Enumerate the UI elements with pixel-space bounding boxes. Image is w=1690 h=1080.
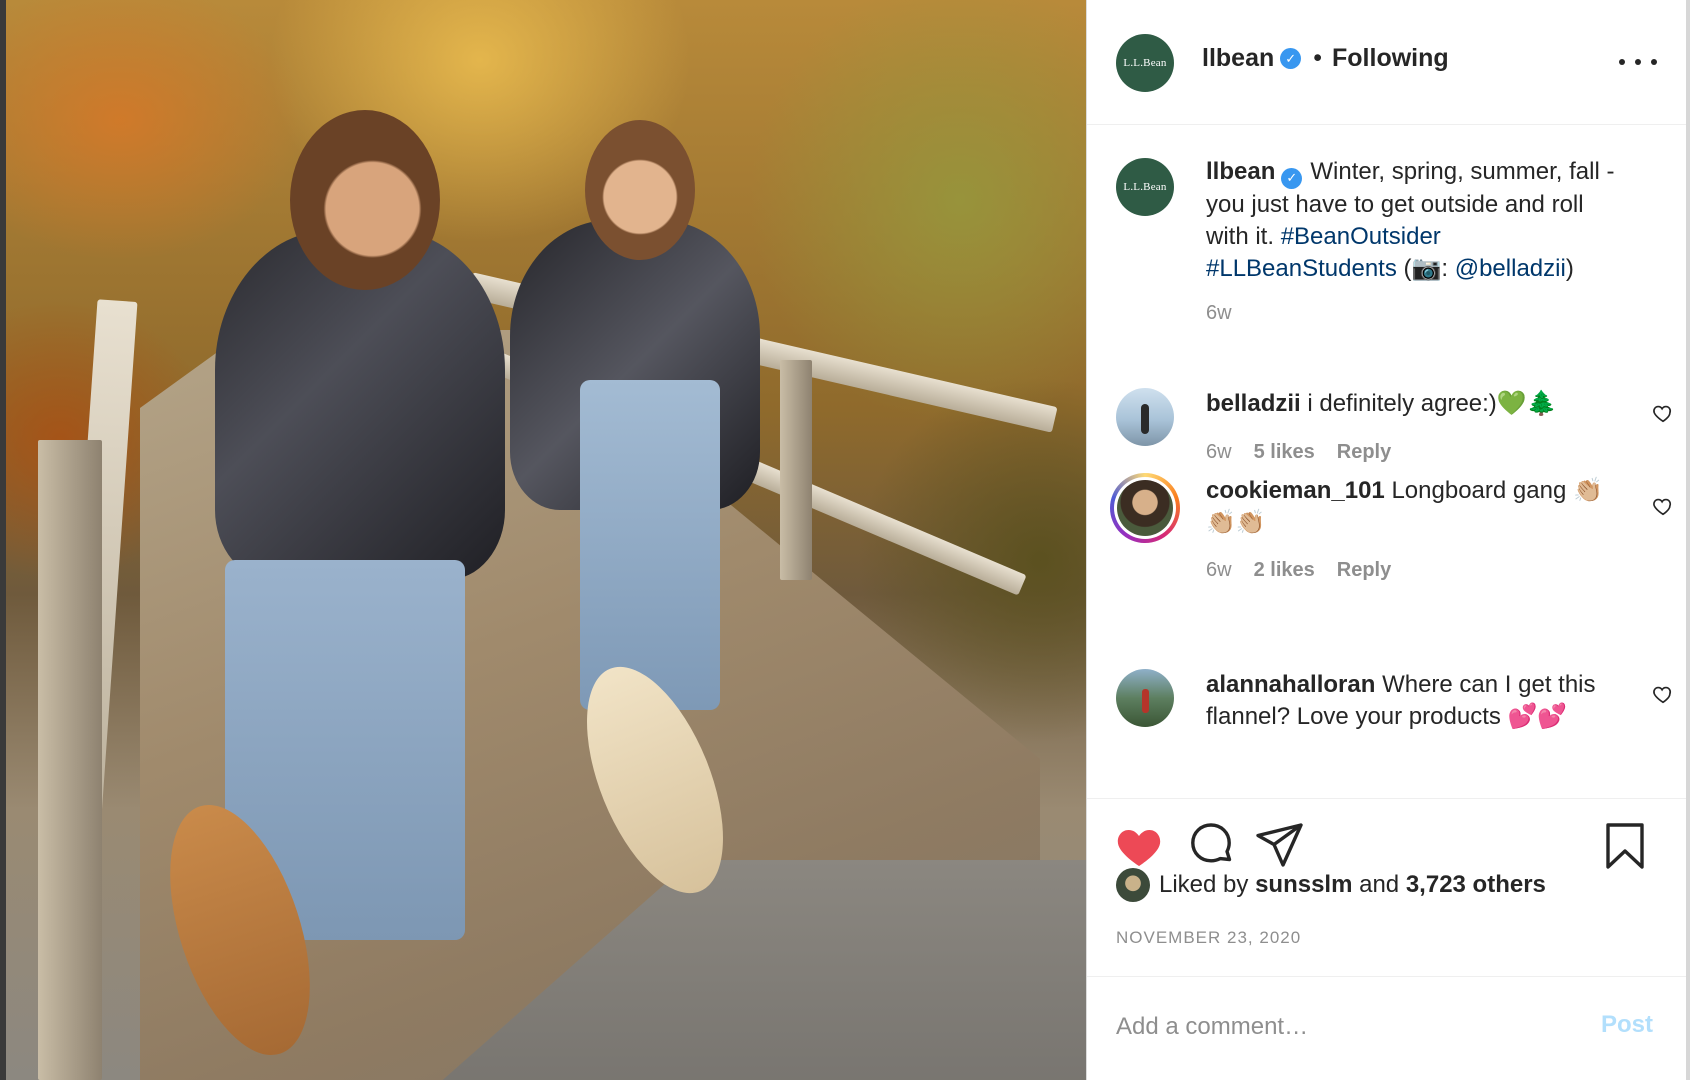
reply-button[interactable]: Reply (1337, 559, 1391, 582)
post-details-panel: L.L.Bean llbean ✓ • Following L.L.Bean l… (1086, 0, 1690, 1080)
caption-avatar-logo: L.L.Bean (1123, 181, 1167, 193)
following-button[interactable]: Following (1332, 44, 1449, 73)
photo-post (38, 440, 102, 1080)
avatar-image (1117, 480, 1173, 536)
window-edge (1686, 0, 1690, 1080)
comment-time[interactable]: 6w (1206, 559, 1232, 582)
comment-username[interactable]: cookieman_101 (1206, 477, 1385, 504)
likes-count-link[interactable]: 3,723 others (1406, 871, 1546, 899)
comment-text: belladzii i definitely agree:)💚🌲 (1206, 388, 1616, 420)
comment-meta: 6w 5 likes Reply (1206, 441, 1391, 464)
comment-avatar-story-ring[interactable] (1110, 473, 1180, 543)
verified-badge-icon: ✓ (1281, 167, 1303, 189)
comment-bubble-icon[interactable] (1187, 821, 1235, 869)
liked-by-line: Liked by sunsslm and 3,723 others (1116, 868, 1546, 902)
photo-credit-close: ) (1565, 254, 1574, 282)
author-line: llbean ✓ • Following (1202, 44, 1449, 73)
liked-by-joiner: and (1359, 871, 1400, 898)
photo-person-right-head (585, 120, 695, 260)
caption-time[interactable]: 6w (1206, 302, 1232, 325)
comment-like-heart-icon[interactable] (1652, 402, 1674, 424)
comment-username[interactable]: alannahalloran (1206, 671, 1375, 698)
comment-likes[interactable]: 5 likes (1254, 441, 1315, 464)
add-comment-bar: Post (1087, 976, 1687, 1080)
comment-text: cookieman_101 Longboard gang 👏🏼👏🏼👏🏼 (1206, 475, 1616, 539)
comment-like-heart-icon[interactable] (1652, 495, 1674, 517)
liker-username[interactable]: sunsslm (1255, 871, 1352, 899)
photo-post (780, 360, 812, 580)
comments-list[interactable]: L.L.Bean llbean ✓ Winter, spring, summer, … (1087, 126, 1687, 798)
photo-credit-open: (📷: (1403, 254, 1455, 282)
photo-frame-edge (0, 0, 6, 1080)
post-header: L.L.Bean llbean ✓ • Following (1087, 0, 1687, 125)
comment-avatar[interactable] (1116, 669, 1174, 727)
post-comment-button[interactable]: Post (1601, 1011, 1653, 1039)
more-options-icon[interactable] (1619, 47, 1657, 77)
comment-like-heart-icon[interactable] (1652, 683, 1674, 705)
post-photo[interactable] (0, 0, 1086, 1080)
post-date[interactable]: NOVEMBER 23, 2020 (1116, 928, 1301, 948)
like-heart-icon[interactable] (1115, 823, 1163, 871)
comment-likes[interactable]: 2 likes (1254, 559, 1315, 582)
liker-avatar[interactable] (1116, 868, 1150, 902)
hashtag-link[interactable]: #LLBeanStudents (1206, 255, 1397, 282)
photo-person-right-jeans (580, 380, 720, 710)
add-comment-input[interactable] (1116, 1007, 1576, 1047)
caption-text: llbean ✓ Winter, spring, summer, fall - yo… (1206, 156, 1616, 285)
reply-button[interactable]: Reply (1337, 441, 1391, 464)
save-bookmark-icon[interactable] (1604, 821, 1646, 871)
author-username[interactable]: llbean (1202, 44, 1274, 73)
hashtag-link[interactable]: #BeanOutsider (1281, 223, 1441, 250)
comment-avatar (1114, 477, 1176, 539)
verified-badge-icon: ✓ (1280, 48, 1302, 69)
comment-username[interactable]: belladzii (1206, 390, 1301, 417)
share-send-icon[interactable] (1255, 821, 1305, 869)
comment-text: alannahalloran Where can I get this flan… (1206, 669, 1616, 733)
photo-person-left-head (290, 110, 440, 290)
comment-time[interactable]: 6w (1206, 441, 1232, 464)
comment-body: i definitely agree:)💚🌲 (1307, 390, 1557, 417)
caption-meta: 6w (1206, 302, 1232, 325)
comment-meta: 6w 2 likes Reply (1206, 559, 1391, 582)
author-avatar-logo: L.L.Bean (1123, 57, 1167, 69)
separator-dot: • (1313, 44, 1323, 72)
caption-username[interactable]: llbean (1206, 158, 1275, 185)
mention-link[interactable]: @belladzii (1455, 255, 1566, 282)
liked-by-prefix: Liked by (1159, 871, 1249, 898)
author-avatar[interactable]: L.L.Bean (1116, 34, 1174, 92)
caption-avatar[interactable]: L.L.Bean (1116, 158, 1174, 216)
comment-avatar[interactable] (1116, 388, 1174, 446)
